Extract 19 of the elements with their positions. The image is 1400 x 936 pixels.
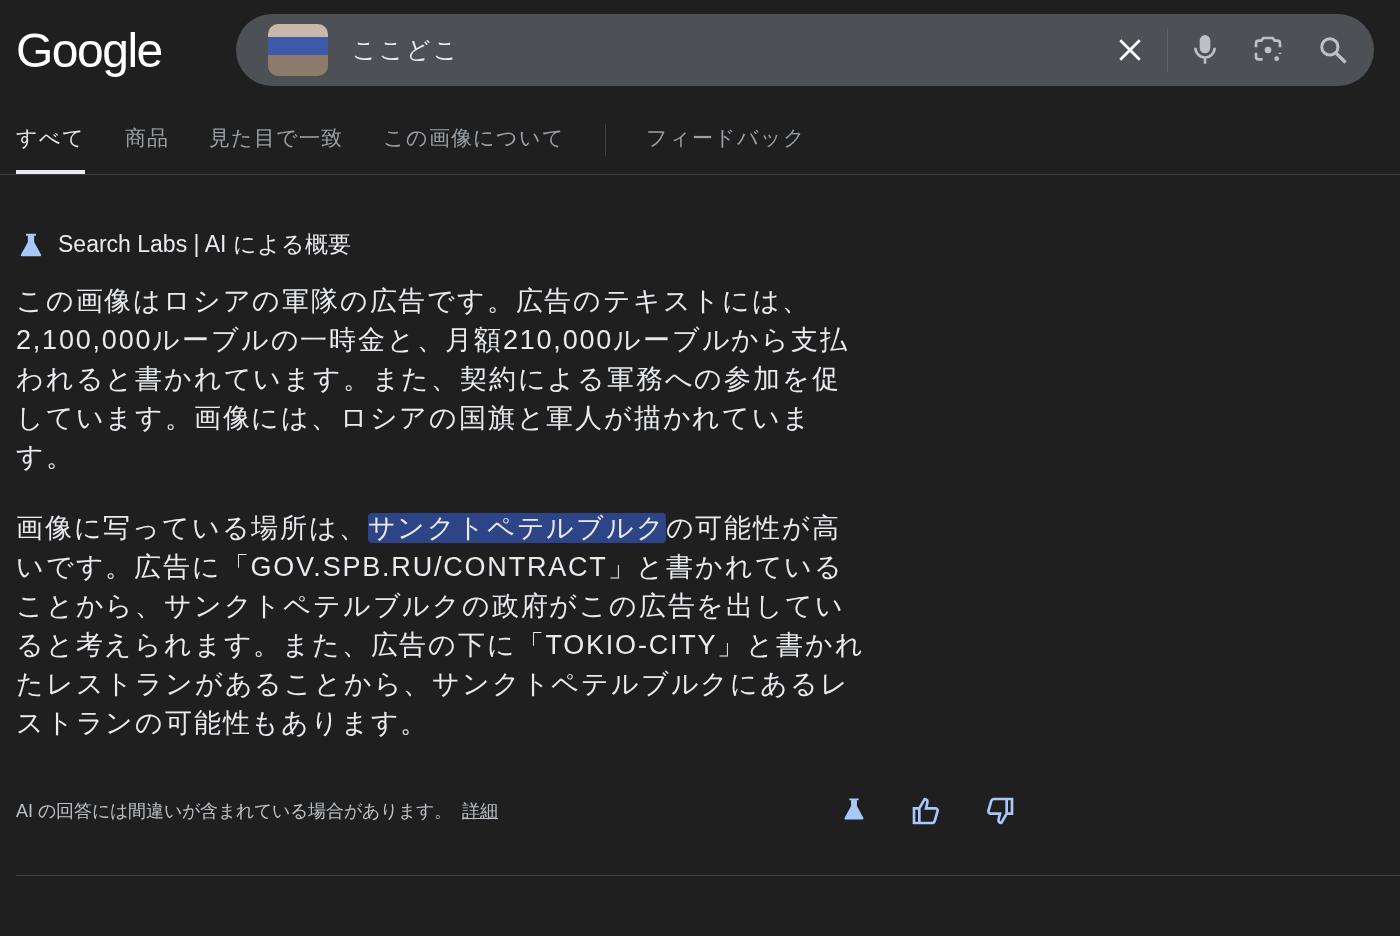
tab[interactable]: フィードバック xyxy=(646,124,806,174)
close-icon[interactable] xyxy=(1117,37,1143,63)
overview-paragraph: この画像はロシアの軍隊の広告です。広告のテキストには、2,100,000ルーブルの一時金と、月額210,000ルーブルから支払われると書かれています。また、契約による軍務への参加を促しています。画像には、ロシアの国旗と軍人が描かれています。 xyxy=(16,285,850,474)
details-link[interactable]: 詳細 xyxy=(462,799,498,823)
thumbs-down-icon[interactable] xyxy=(984,795,1016,827)
overview-paragraph: 画像に写っている場所は、サンクトペテルブルク の可能性が高いです。広告に「GOV.SPB.RU/CONTRACT」と書かれていることから、サンクトペテルブルクの政府がこの広告を出していると考えられます。また、広告の下に「TOKIO-CITY」と書かれたレストランがあることから、サンクトペテルブルクにあるレストランの可能性もあります。 xyxy=(16,512,866,740)
tab[interactable]: この画像について xyxy=(383,124,565,174)
search-bar[interactable]: ここどこ xyxy=(235,14,1374,86)
tab[interactable]: すべて xyxy=(16,124,85,174)
tab[interactable]: 商品 xyxy=(125,124,169,174)
disclaimer-text: AI の回答には間違いが含まれている場合があります。 xyxy=(16,800,452,823)
search-icon[interactable] xyxy=(1318,35,1348,65)
google-logo[interactable]: Google xyxy=(16,22,162,78)
thumbs-up-icon[interactable] xyxy=(910,795,942,827)
search-input[interactable]: ここどこ xyxy=(349,35,1083,65)
microphone-icon[interactable] xyxy=(1192,34,1218,66)
tab[interactable]: 見た目で一致 xyxy=(209,124,343,174)
overview-header: Search Labs | AI による概要 xyxy=(58,230,351,259)
photo-placeholder xyxy=(267,24,328,76)
